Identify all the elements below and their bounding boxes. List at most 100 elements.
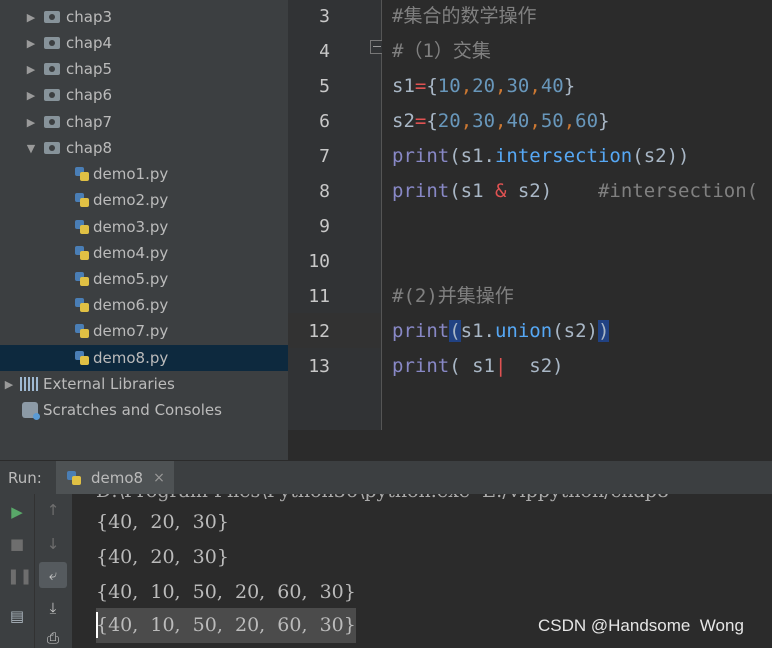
library-icon	[20, 377, 38, 391]
line-number: 9	[319, 216, 330, 237]
expand-arrow-icon[interactable]: ▶	[24, 37, 38, 50]
code-line-7: print(s1.intersection(s2))	[382, 139, 772, 174]
expand-arrow-icon[interactable]: ▶	[24, 11, 38, 24]
python-file-icon	[66, 470, 82, 486]
code-operator: |	[494, 355, 507, 377]
tree-file-demo8[interactable]: demo8.py	[0, 345, 288, 371]
code-token: }	[598, 110, 610, 132]
code-builtin: print	[392, 180, 450, 202]
tree-file-demo1[interactable]: demo1.py	[0, 161, 288, 187]
tree-file-demo3[interactable]: demo3.py	[0, 214, 288, 240]
text-cursor	[96, 612, 98, 638]
line-number: 6	[319, 111, 330, 132]
stop-icon[interactable]: ■	[7, 534, 27, 554]
run-panel-header: Run: demo8 ×	[0, 460, 772, 495]
tree-file-demo2[interactable]: demo2.py	[0, 187, 288, 213]
file-label: demo5.py	[93, 270, 169, 288]
python-file-icon	[74, 271, 90, 287]
layout-icon[interactable]: ▤	[7, 606, 27, 626]
code-method: union	[494, 320, 553, 342]
up-arrow-icon[interactable]: ↑	[43, 500, 63, 520]
tree-scratches[interactable]: Scratches and Consoles	[0, 397, 288, 423]
code-token: ,	[460, 110, 473, 132]
tree-external-libraries[interactable]: ▶ External Libraries	[0, 371, 288, 397]
scroll-to-end-icon[interactable]: ⤓	[43, 598, 63, 618]
run-tab-demo8[interactable]: demo8 ×	[56, 461, 174, 495]
code-token: s2	[392, 110, 415, 132]
code-token: {	[426, 75, 438, 97]
tree-file-demo5[interactable]: demo5.py	[0, 266, 288, 292]
rerun-icon[interactable]: ▶	[7, 502, 27, 522]
print-icon[interactable]: ⎙	[43, 628, 63, 648]
code-token: ( s1	[449, 355, 495, 377]
expand-arrow-icon[interactable]: ▶	[24, 63, 38, 76]
folder-label: chap6	[66, 86, 113, 104]
tree-folder-chap7[interactable]: ▶ chap7	[0, 109, 288, 135]
code-token: (s1.	[449, 145, 495, 167]
run-label: Run:	[8, 469, 42, 487]
pause-icon[interactable]: ❚❚	[7, 566, 32, 586]
folder-label: chap8	[66, 139, 113, 157]
line-number: 4	[319, 41, 330, 62]
tree-folder-chap5[interactable]: ▶ chap5	[0, 56, 288, 82]
console-line: {40, 10, 50, 20, 60, 30}	[96, 581, 356, 603]
project-tree: ▶ chap3 ▶ chap4 ▶ chap5 ▶ chap6 ▶ chap7 …	[0, 0, 288, 460]
code-builtin: print	[392, 145, 450, 167]
folder-label: chap5	[66, 60, 113, 78]
line-number: 7	[319, 146, 330, 167]
tree-folder-chap4[interactable]: ▶ chap4	[0, 30, 288, 56]
code-operator: &	[494, 180, 507, 202]
expand-arrow-icon[interactable]: ▶	[24, 89, 38, 102]
code-number: 30	[472, 110, 496, 132]
bracket-match-highlight: (	[449, 320, 461, 342]
console-line: {40, 20, 30}	[96, 546, 229, 568]
code-token: ,	[495, 75, 507, 97]
python-file-icon	[74, 166, 90, 182]
folder-icon	[44, 11, 60, 23]
line-number: 5	[319, 76, 330, 97]
line-number: 10	[308, 251, 330, 272]
tree-file-demo6[interactable]: demo6.py	[0, 292, 288, 318]
code-comment: #(2)并集操作	[392, 285, 514, 307]
down-arrow-icon[interactable]: ↓	[43, 534, 63, 554]
tree-folder-chap6[interactable]: ▶ chap6	[0, 82, 288, 108]
code-number: 20	[437, 110, 461, 132]
tree-file-demo4[interactable]: demo4.py	[0, 240, 288, 266]
code-line-5: s1={10,20,30,40}	[382, 69, 772, 104]
python-file-icon	[74, 192, 90, 208]
code-line-4: #（1）交集	[382, 34, 772, 69]
tree-folder-chap8[interactable]: ▼ chap8	[0, 135, 288, 161]
code-method: intersection	[494, 145, 633, 167]
tree-file-demo7[interactable]: demo7.py	[0, 318, 288, 344]
code-line-11: #(2)并集操作	[382, 279, 772, 314]
code-token: }	[563, 75, 576, 97]
code-comment: #（1）交集	[392, 40, 491, 62]
scratches-icon	[22, 402, 40, 420]
code-comment: #集合的数学操作	[392, 5, 537, 27]
run-toolbar-secondary: ↑ ↓ ⤶ ⤓ ⎙	[34, 494, 73, 648]
code-token: ,	[563, 110, 576, 132]
code-builtin: print	[392, 320, 450, 342]
folder-icon	[44, 37, 60, 49]
code-comment: #intersection(	[597, 180, 759, 202]
code-editor[interactable]: #集合的数学操作 #（1）交集 s1={10,20,30,40} s2 ={20,…	[382, 0, 772, 430]
code-number: 40	[506, 110, 530, 132]
expand-arrow-icon[interactable]: ▶	[2, 378, 16, 391]
python-file-icon	[74, 219, 90, 235]
code-line-13: print( s1| s2)	[382, 349, 772, 384]
code-number: 30	[506, 75, 530, 97]
code-token: ,	[529, 75, 541, 97]
code-number: 40	[540, 75, 564, 97]
expand-arrow-icon[interactable]: ▶	[24, 116, 38, 129]
code-number: 60	[575, 110, 599, 132]
line-number: 8	[319, 181, 330, 202]
collapse-arrow-icon[interactable]: ▼	[24, 142, 38, 155]
close-icon[interactable]: ×	[153, 470, 165, 486]
tree-folder-chap3[interactable]: ▶ chap3	[0, 4, 288, 30]
code-token: =	[414, 75, 427, 97]
file-label: demo3.py	[93, 218, 169, 236]
file-label: demo4.py	[93, 244, 169, 262]
soft-wrap-icon[interactable]: ⤶	[39, 562, 67, 588]
scratches-label: Scratches and Consoles	[43, 401, 222, 419]
code-number: 50	[540, 110, 564, 132]
